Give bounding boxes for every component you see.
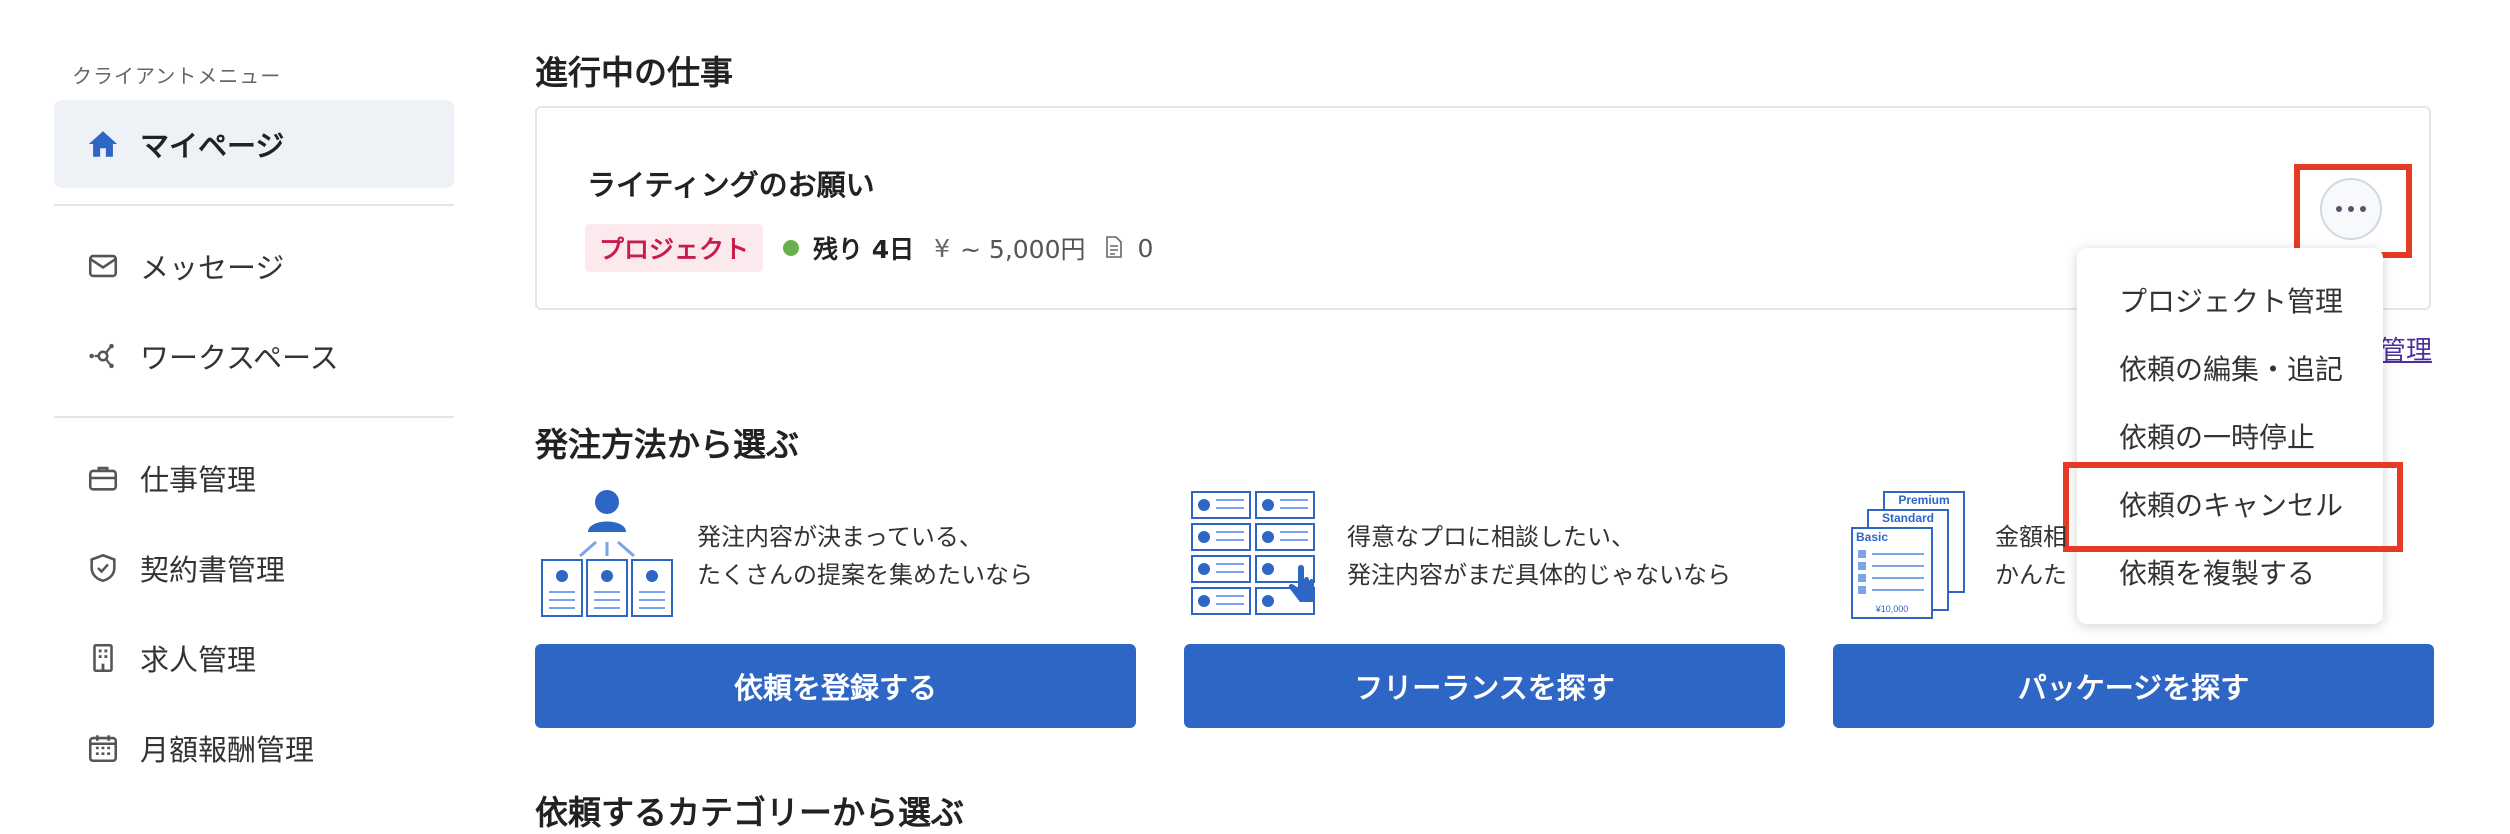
sidebar-item-recruitment[interactable]: 求人管理 [54, 614, 454, 702]
sidebar-caption: クライアントメニュー [72, 64, 282, 88]
package-price-label: ¥10,000 [1875, 604, 1909, 614]
sidebar-item-label: メッセージ [140, 251, 285, 285]
sidebar-item-label: ワークスペース [140, 341, 339, 375]
card2-description: 得意なプロに相談したい、 発注内容がまだ具体的じゃないなら [1347, 518, 1731, 594]
card3-line2: かんた [1995, 561, 2067, 589]
sidebar-item-label: 契約書管理 [140, 553, 286, 587]
sidebar-item-job-management[interactable]: 仕事管理 [54, 434, 454, 522]
calendar-icon [86, 731, 120, 765]
svg-text:Standard: Standard [1882, 511, 1934, 525]
briefcase-icon [86, 461, 120, 495]
find-freelancer-button[interactable]: フリーランスを探す [1184, 644, 1785, 728]
project-tag: プロジェクト [585, 224, 764, 272]
freelancer-illustration [1190, 488, 1320, 622]
register-request-button[interactable]: 依頼を登録する [535, 644, 1136, 728]
remaining-days: 残り 4日 [813, 235, 915, 264]
sidebar-divider [54, 416, 454, 418]
home-icon [86, 127, 120, 161]
sidebar-item-label: マイページ [140, 129, 285, 163]
svg-text:Basic: Basic [1856, 530, 1888, 544]
manage-link[interactable]: 管理 [2380, 330, 2432, 367]
sidebar-item-message[interactable]: メッセージ [54, 222, 454, 310]
job-price: ~ 5,000円 [960, 235, 1086, 264]
card2-line2: 発注内容がまだ具体的じゃないなら [1347, 561, 1731, 589]
svg-text:Premium: Premium [1898, 493, 1949, 507]
menu-item-project-management[interactable]: プロジェクト管理 [2119, 280, 2343, 320]
card2-line1: 得意なプロに相談したい、 [1347, 523, 1635, 551]
highlight-box-cancel-item [2063, 462, 2403, 552]
shield-check-icon [86, 551, 120, 585]
order-methods-title: 発注方法から選ぶ [535, 425, 799, 464]
sidebar: クライアントメニュー マイページ メッセージ ワークスペース 仕事管理 契約書管… [0, 0, 480, 802]
building-icon [86, 641, 120, 675]
card3-line1: 金額相 [1995, 523, 2067, 551]
card3-description: 金額相 かんた [1995, 518, 2067, 594]
menu-item-pause-request[interactable]: 依頼の一時停止 [2119, 416, 2315, 456]
job-meta: プロジェクト 残り 4日 ¥ ~ 5,000円 0 [585, 224, 1153, 272]
network-icon [86, 339, 120, 373]
sidebar-item-workspace[interactable]: ワークスペース [54, 312, 454, 400]
package-premium-label: Premium [1886, 493, 1962, 507]
highlight-box-more-button [2294, 164, 2412, 258]
menu-item-edit-request[interactable]: 依頼の編集・追記 [2119, 348, 2343, 388]
status-dot [783, 240, 800, 256]
mail-icon [86, 249, 120, 283]
card1-line1: 発注内容が決まっている、 [697, 523, 983, 551]
menu-item-duplicate-request[interactable]: 依頼を複製する [2119, 552, 2315, 592]
package-illustration: Premium Standard Basic ¥10,000 [1850, 488, 1970, 624]
find-package-button[interactable]: パッケージを探す [1833, 644, 2434, 728]
sidebar-divider [54, 204, 454, 206]
options-dropdown-menu: プロジェクト管理 依頼の編集・追記 依頼の一時停止 依頼のキャンセル 依頼を複製… [2077, 248, 2383, 624]
card1-description: 発注内容が決まっている、 たくさんの提案を集めたいなら [697, 518, 1033, 594]
package-basic-label: Basic [1856, 530, 1888, 544]
category-section-title: 依頼するカテゴリーから選ぶ [535, 793, 964, 832]
request-illustration [540, 488, 675, 622]
document-count: 0 [1137, 233, 1154, 263]
sidebar-item-contracts[interactable]: 契約書管理 [54, 524, 454, 612]
card1-line2: たくさんの提案を集めたいなら [697, 561, 1033, 589]
in-progress-title: 進行中の仕事 [535, 53, 733, 92]
sidebar-item-monthly-fee[interactable]: 月額報酬管理 [54, 704, 454, 792]
sidebar-item-label: 仕事管理 [140, 463, 257, 497]
package-standard-label: Standard [1882, 511, 1934, 525]
document-icon [1104, 235, 1126, 261]
sidebar-item-mypage[interactable]: マイページ [54, 100, 454, 188]
sidebar-item-label: 求人管理 [140, 643, 257, 677]
job-title[interactable]: ライティングのお願い [587, 162, 875, 204]
sidebar-item-label: 月額報酬管理 [140, 733, 315, 767]
yen-icon: ¥ [934, 233, 951, 263]
